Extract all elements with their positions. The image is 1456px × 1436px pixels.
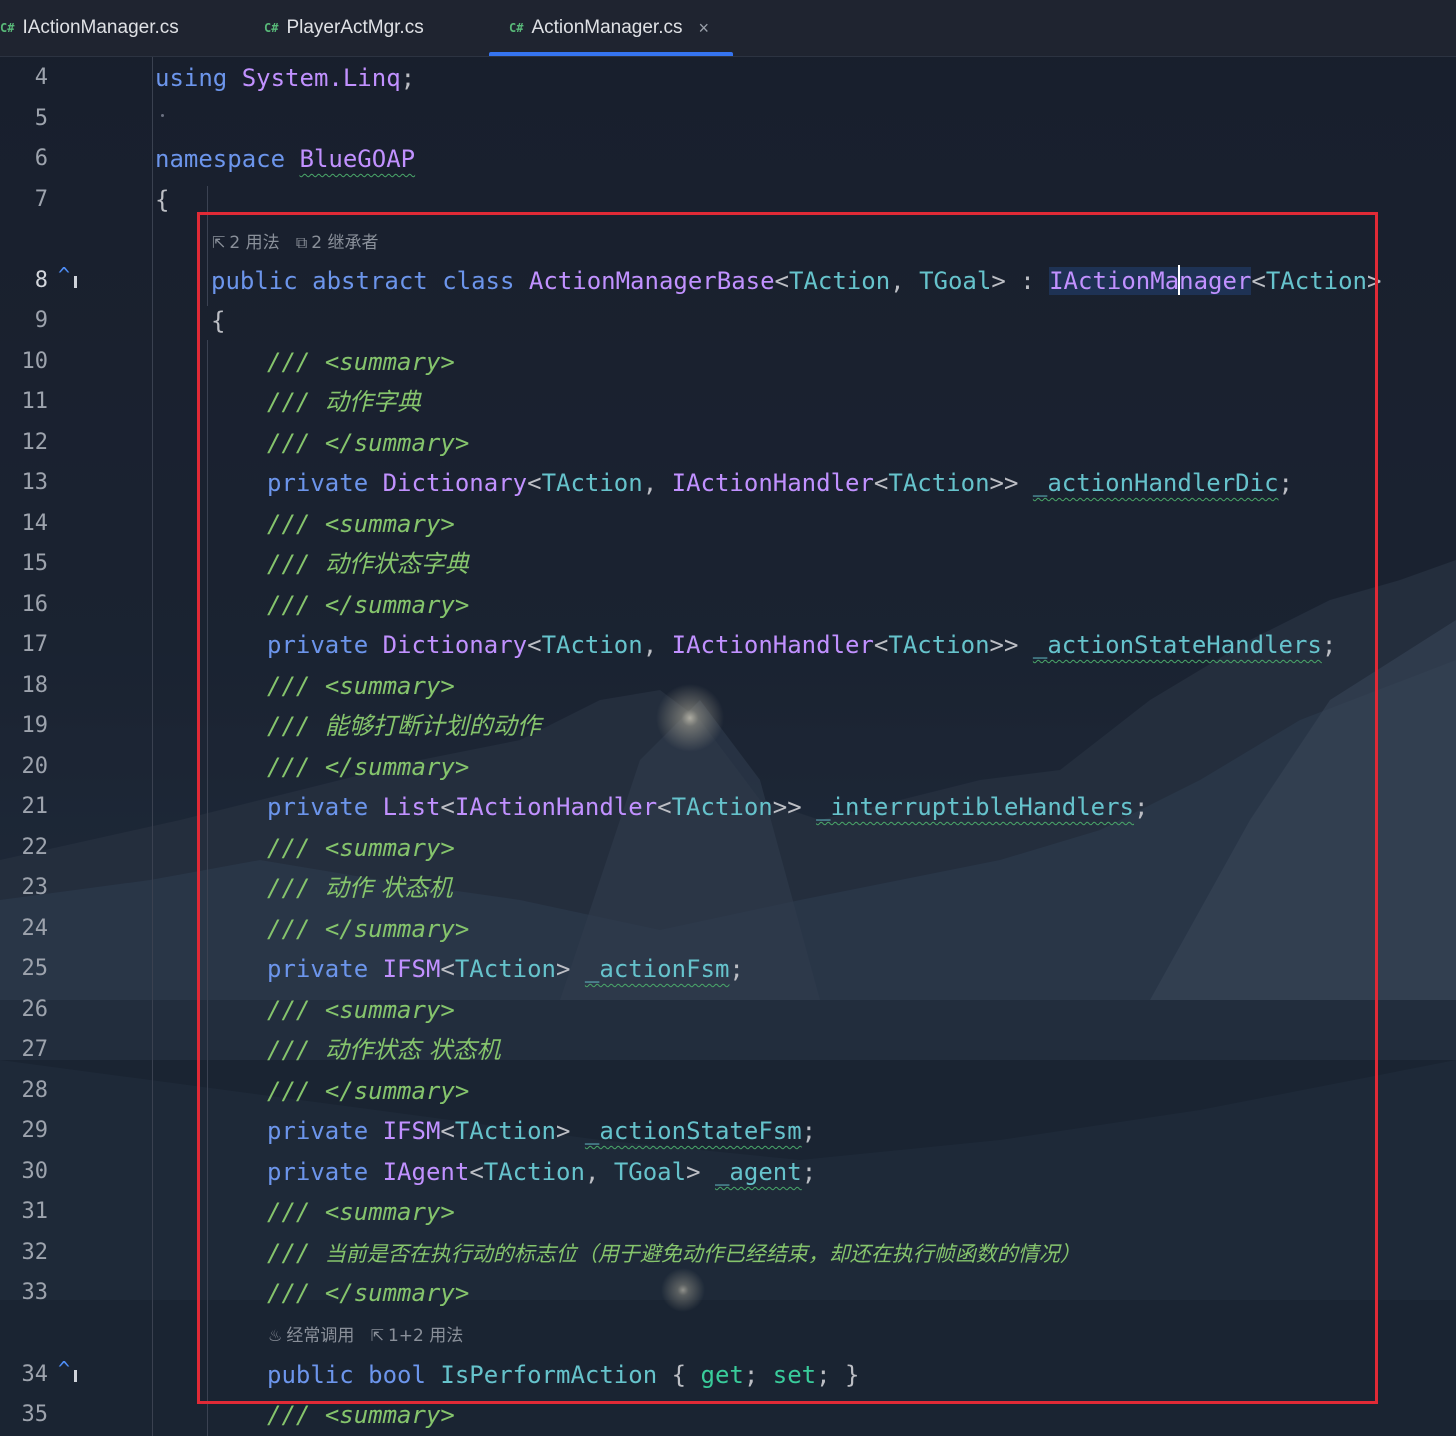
tab-label: PlayerActMgr.cs bbox=[286, 17, 424, 38]
active-tab-indicator bbox=[489, 52, 733, 56]
code-line-24: /// </summary> bbox=[267, 915, 470, 943]
line-number: 4 bbox=[34, 65, 48, 90]
line-number: 23 bbox=[21, 875, 49, 900]
line-number-gutter[interactable]: 4 5 6 7 8 9 10 11 12 13 14 15 16 17 18 1… bbox=[0, 56, 153, 1436]
code-line-14: /// <summary> bbox=[267, 510, 455, 538]
implements-up-arrow-icon[interactable]: ^ bbox=[58, 1352, 78, 1386]
code-line-13: private Dictionary<TAction, IActionHandl… bbox=[267, 469, 1293, 497]
line-number: 33 bbox=[21, 1280, 49, 1305]
csharp-file-icon: C# bbox=[264, 21, 279, 35]
line-number: 28 bbox=[21, 1078, 49, 1103]
indent-guide bbox=[207, 186, 208, 306]
code-line-6: namespace BlueGOAP bbox=[155, 145, 416, 173]
line-number: 15 bbox=[21, 551, 49, 576]
property-usage-hint[interactable]: ♨ 经常调用 ⇱ 1+2 用法 bbox=[268, 1324, 463, 1348]
line-number: 18 bbox=[21, 673, 49, 698]
code-line-19: /// 能够打断计划的动作 bbox=[267, 712, 541, 740]
code-line-31: /// <summary> bbox=[267, 1198, 455, 1226]
code-line-26: /// <summary> bbox=[267, 996, 455, 1024]
line-number: 30 bbox=[21, 1159, 49, 1184]
code-line-17: private Dictionary<TAction, IActionHandl… bbox=[267, 631, 1337, 659]
line-number: 16 bbox=[21, 592, 49, 617]
line-number: 20 bbox=[21, 754, 49, 779]
code-line-15: /// 动作状态字典 bbox=[267, 550, 469, 578]
line-number: 22 bbox=[21, 835, 49, 860]
code-line-4: using System.Linq; bbox=[155, 64, 416, 92]
line-number: 25 bbox=[21, 956, 49, 981]
code-line-9: { bbox=[211, 307, 226, 335]
whitespace-dot bbox=[161, 114, 164, 117]
usages-icon: ⇱ bbox=[370, 1326, 384, 1345]
flame-icon: ♨ bbox=[268, 1326, 283, 1345]
line-number: 17 bbox=[21, 632, 49, 657]
code-line-11: /// 动作字典 bbox=[267, 388, 421, 416]
code-line-12: /// </summary> bbox=[267, 429, 470, 457]
usages-icon: ⇱ bbox=[212, 233, 226, 252]
tab-label: IActionManager.cs bbox=[22, 17, 179, 38]
csharp-file-icon: C# bbox=[509, 21, 524, 35]
line-number: 13 bbox=[21, 470, 49, 495]
code-line-35: /// <summary> bbox=[267, 1401, 455, 1429]
line-number: 5 bbox=[34, 106, 48, 131]
code-editor[interactable]: using System.Linq; namespace BlueGOAP { … bbox=[152, 56, 1456, 1436]
line-number: 10 bbox=[21, 349, 49, 374]
code-line-25: private IFSM<TAction> _actionFsm; bbox=[267, 955, 744, 983]
code-line-20: /// </summary> bbox=[267, 753, 470, 781]
code-line-30: private IAgent<TAction, TGoal> _agent; bbox=[267, 1158, 817, 1186]
inheritors-icon: ⧉ bbox=[295, 233, 308, 252]
csharp-file-icon: C# bbox=[0, 21, 15, 35]
line-number: 26 bbox=[21, 997, 49, 1022]
line-number: 27 bbox=[21, 1037, 49, 1062]
line-number: 9 bbox=[34, 308, 48, 333]
code-line-32: /// 当前是否在执行动的标志位（用于避免动作已经结束，却还在执行帧函数的情况） bbox=[267, 1239, 1081, 1267]
code-line-29: private IFSM<TAction> _actionStateFsm; bbox=[267, 1117, 817, 1145]
line-number-current: 8 bbox=[34, 268, 48, 293]
code-line-28: /// </summary> bbox=[267, 1077, 470, 1105]
line-number: 14 bbox=[21, 511, 49, 536]
tab-iactionmanager[interactable]: C# IActionManager.cs bbox=[0, 0, 179, 56]
code-line-18: /// <summary> bbox=[267, 672, 455, 700]
code-line-34: public bool IsPerformAction { get; set; … bbox=[267, 1361, 860, 1389]
code-line-27: /// 动作状态 状态机 bbox=[267, 1036, 501, 1064]
tab-actionmanager[interactable]: C# ActionManager.cs × bbox=[489, 0, 733, 56]
line-number: 24 bbox=[21, 916, 49, 941]
highlighted-symbol: IActionManager bbox=[1049, 265, 1252, 295]
line-number: 7 bbox=[34, 187, 48, 212]
code-line-21: private List<IActionHandler<TAction>> _i… bbox=[267, 793, 1149, 821]
line-number: 35 bbox=[21, 1402, 49, 1427]
code-line-7: { bbox=[155, 186, 170, 214]
line-number: 21 bbox=[21, 794, 49, 819]
close-icon[interactable]: × bbox=[698, 18, 709, 39]
code-line-23: /// 动作 状态机 bbox=[267, 874, 453, 902]
code-line-16: /// </summary> bbox=[267, 591, 470, 619]
indent-guide bbox=[207, 340, 208, 1436]
line-number: 31 bbox=[21, 1199, 49, 1224]
editor-tab-bar: C# IActionManager.cs C# PlayerActMgr.cs … bbox=[0, 0, 1456, 57]
line-number: 29 bbox=[21, 1118, 49, 1143]
class-usage-hint[interactable]: ⇱ 2 用法 ⧉ 2 继承者 bbox=[212, 231, 379, 255]
line-number: 32 bbox=[21, 1240, 49, 1265]
line-number: 6 bbox=[34, 146, 48, 171]
line-number: 34 bbox=[21, 1362, 49, 1387]
code-line-22: /// <summary> bbox=[267, 834, 455, 862]
code-line-10: /// <summary> bbox=[267, 348, 455, 376]
code-line-33: /// </summary> bbox=[267, 1279, 470, 1307]
line-number: 12 bbox=[21, 430, 49, 455]
implements-up-arrow-icon[interactable]: ^ bbox=[58, 258, 78, 292]
line-number: 11 bbox=[21, 389, 49, 414]
code-line-8: public abstract class ActionManagerBase<… bbox=[211, 265, 1382, 295]
tab-label: ActionManager.cs bbox=[531, 17, 683, 38]
line-number: 19 bbox=[21, 713, 49, 738]
tab-playeractmgr[interactable]: C# PlayerActMgr.cs bbox=[264, 0, 424, 56]
